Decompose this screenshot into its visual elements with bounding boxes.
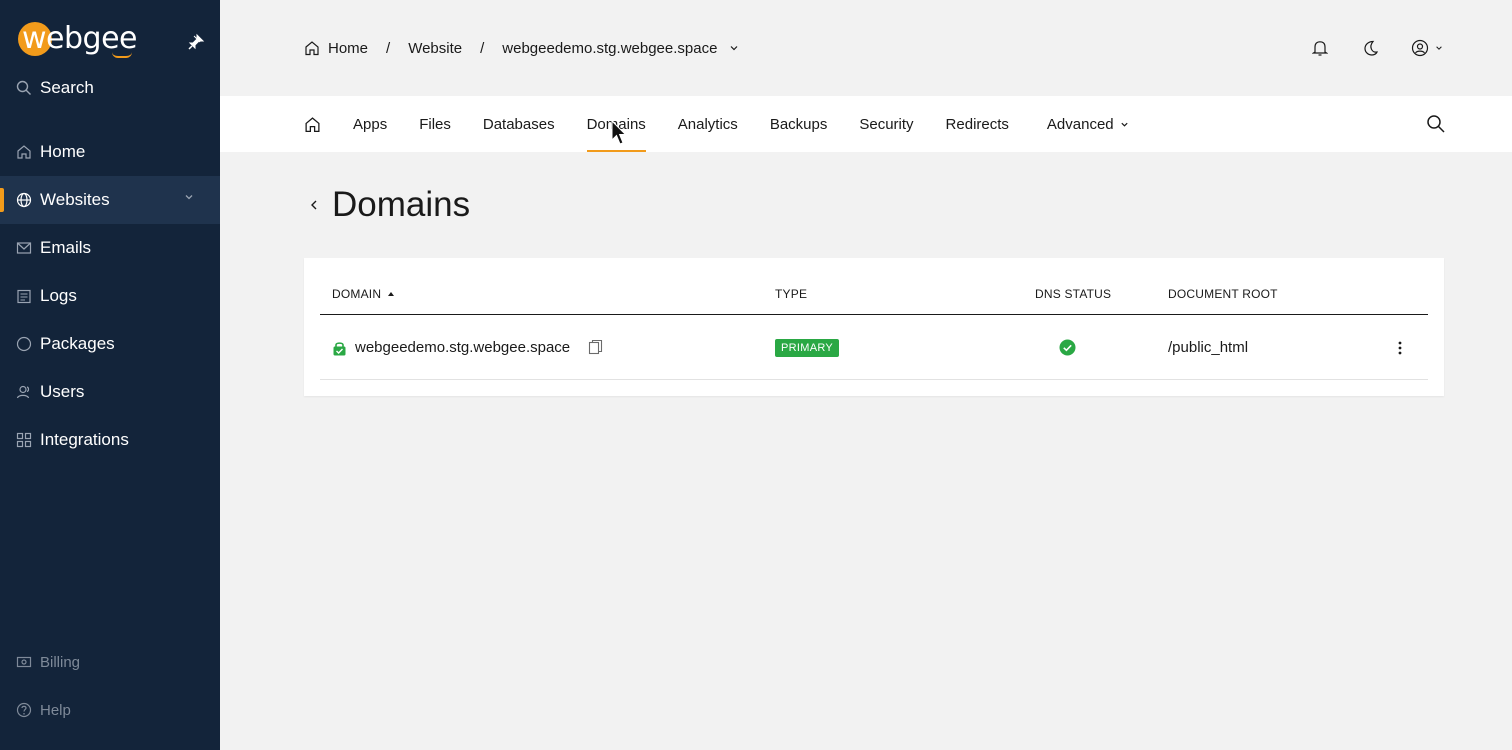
sidebar: webgee Search Home Websites Emails Logs … [0,0,220,750]
chevron-down-icon [185,195,193,200]
sort-ascending-icon [388,292,395,296]
sidebar-item-integrations[interactable]: Integrations [0,416,220,464]
logo-text: webgee [22,21,138,56]
tab-databases[interactable]: Databases [483,96,555,152]
breadcrumb-separator: / [480,39,485,57]
sidebar-item-label: Help [40,701,71,719]
breadcrumb-home[interactable]: Home [304,40,368,57]
row-actions-button[interactable] [1390,315,1410,380]
sidebar-item-billing[interactable]: Billing [0,638,220,686]
search-icon[interactable] [1426,114,1446,134]
ssl-lock-icon [333,341,346,355]
chevron-down-icon [1121,122,1128,127]
help-icon [16,702,32,718]
tab-advanced-label: Advanced [1046,115,1114,133]
billing-icon [16,656,32,668]
dark-mode-toggle[interactable] [1360,36,1380,60]
sidebar-item-label: Logs [40,286,77,305]
sidebar-item-users[interactable]: Users [0,368,220,416]
page-title: Domains [332,185,471,224]
breadcrumb-domain[interactable]: webgeedemo.stg.webgee.space [502,40,717,57]
tab-analytics[interactable]: Analytics [678,96,738,152]
domains-table: DOMAIN TYPE DNS STATUS DOCUMENT ROOT web… [304,258,1444,396]
chevron-down-icon [1436,46,1442,50]
sidebar-item-packages[interactable]: Packages [0,320,220,368]
dns-status-cell [1059,315,1076,380]
sidebar-item-label: Integrations [40,430,129,449]
logo-smile [112,52,132,58]
sidebar-item-label: Packages [40,334,115,353]
sidebar-item-home[interactable]: Home [0,128,220,176]
tab-advanced[interactable]: Advanced [1047,96,1129,152]
mouse-cursor-icon [611,120,627,145]
search-icon [16,80,31,95]
chevron-left-icon [311,200,317,210]
type-cell: PRIMARY [775,315,840,380]
account-menu-button[interactable] [1410,36,1444,60]
sidebar-item-emails[interactable]: Emails [0,224,220,272]
table-row[interactable]: webgeedemo.stg.webgee.space PRIMARY /pub… [320,315,1428,380]
document-root-cell: /public_html [1168,339,1249,356]
back-button[interactable] [304,195,324,215]
tab-redirects[interactable]: Redirects [946,96,1009,152]
chevron-down-icon[interactable] [729,43,739,53]
moon-icon [1364,40,1378,56]
user-circle-icon [1411,39,1429,57]
sidebar-item-label: Home [40,142,86,161]
sidebar-item-label: Websites [40,190,110,209]
more-vertical-icon [1398,341,1402,354]
tab-apps[interactable]: Apps [353,96,387,152]
home-icon [305,41,319,56]
pin-icon[interactable] [186,32,206,52]
copy-icon[interactable] [588,339,604,356]
tab-home[interactable] [304,96,321,152]
tabs: Apps Files Databases Domains Analytics B… [304,96,1161,152]
breadcrumb: Home / Website / webgeedemo.stg.webgee.s… [304,36,739,60]
sidebar-item-logs[interactable]: Logs [0,272,220,320]
tab-backups[interactable]: Backups [770,96,828,152]
column-dns-status: DNS STATUS [1035,287,1112,301]
breadcrumb-home-label: Home [328,39,369,57]
breadcrumb-separator: / [386,39,391,57]
sidebar-search-label: Search [40,78,94,97]
logo[interactable]: webgee [18,20,208,60]
top-actions [1310,36,1444,60]
tab-files[interactable]: Files [419,96,451,152]
table-header: DOMAIN TYPE DNS STATUS DOCUMENT ROOT [320,258,1428,315]
sidebar-item-label: Users [40,382,85,401]
page-header: Domains [304,184,470,226]
home-icon [305,116,320,132]
column-domain-label: DOMAIN [332,287,382,301]
sidebar-item-label: Billing [40,653,81,671]
notifications-button[interactable] [1310,36,1330,60]
domain-name[interactable]: webgeedemo.stg.webgee.space [355,339,570,356]
logs-icon [17,289,31,304]
primary-badge: PRIMARY [775,338,840,357]
package-icon [16,336,32,352]
sidebar-item-websites[interactable]: Websites [0,176,220,224]
domain-cell: webgeedemo.stg.webgee.space [332,315,604,380]
tab-security[interactable]: Security [859,96,913,152]
globe-icon [16,192,32,208]
users-icon [16,385,30,399]
mail-icon [16,242,32,254]
bell-icon [1312,41,1328,56]
column-document-root: DOCUMENT ROOT [1168,287,1278,301]
tab-bar: Apps Files Databases Domains Analytics B… [220,96,1512,152]
sidebar-item-label: Emails [40,238,92,257]
integrations-icon [16,432,32,448]
column-domain[interactable]: DOMAIN [332,287,395,301]
sidebar-item-help[interactable]: Help [0,686,220,734]
check-circle-icon [1059,339,1076,356]
sidebar-search[interactable]: Search [16,76,94,100]
column-type: TYPE [775,287,808,301]
home-icon [17,145,31,159]
breadcrumb-website[interactable]: Website [408,40,462,57]
